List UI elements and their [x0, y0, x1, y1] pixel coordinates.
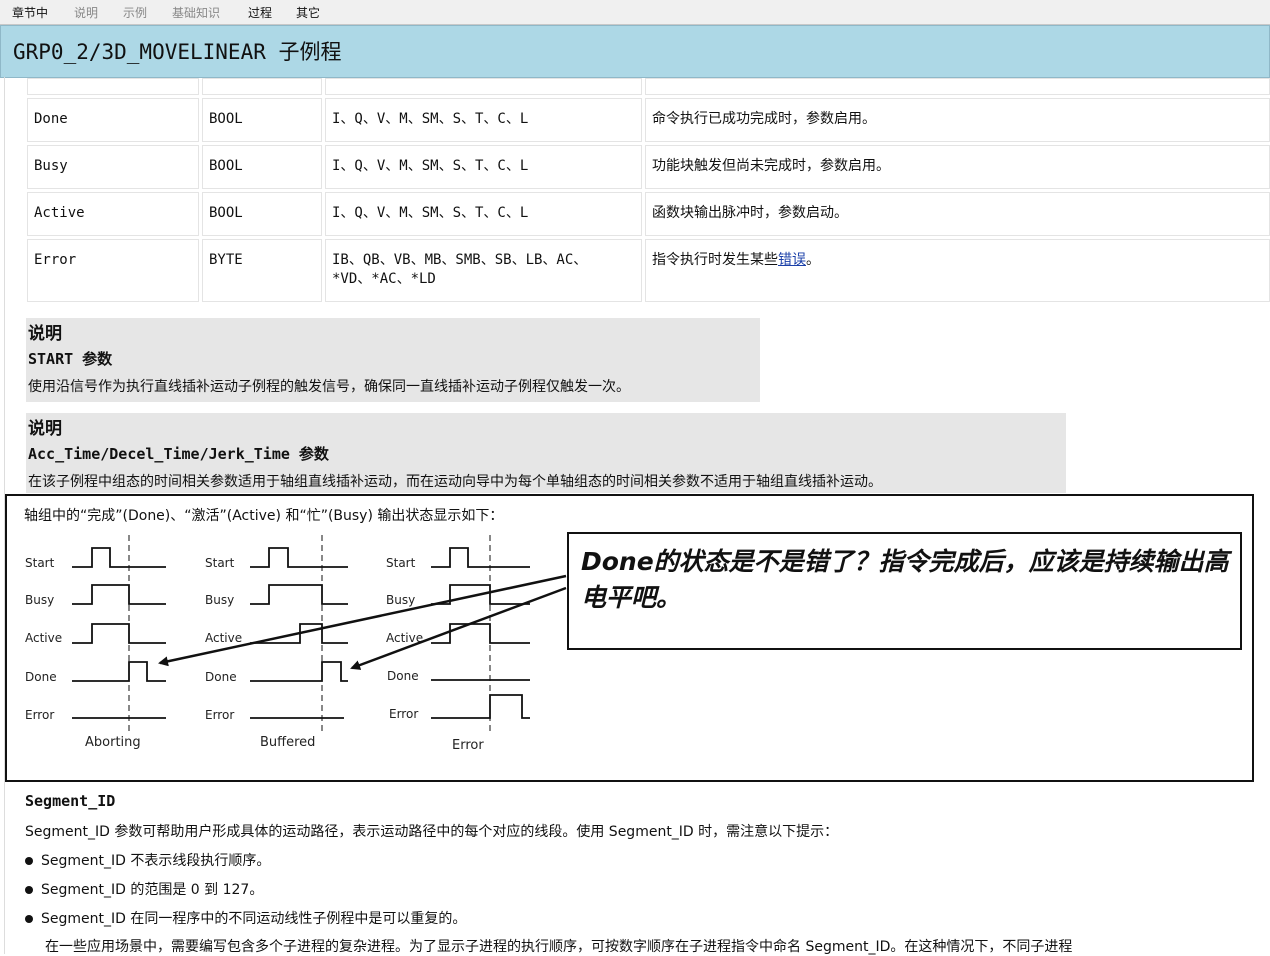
- bullet-icon: [25, 915, 33, 923]
- list-item-text: Segment_ID 在同一程序中的不同运动线性子例程中是可以重复的。: [41, 911, 467, 927]
- caption-buffered: Buffered: [260, 735, 315, 750]
- signal-label-error: Error: [25, 708, 54, 722]
- list-item-text: Segment_ID 不表示线段执行顺序。: [41, 853, 271, 869]
- signal-label-done: Done: [25, 670, 57, 684]
- caption-aborting: Aborting: [85, 735, 141, 750]
- signal-label-done: Done: [205, 670, 237, 684]
- list-item-text: Segment_ID 的范围是 0 到 127。: [41, 882, 264, 898]
- waveform-done: [72, 661, 166, 682]
- bullet-icon: [25, 857, 33, 865]
- signal-label-busy: Busy: [205, 593, 234, 607]
- list-item: Segment_ID 的范围是 0 到 127。: [25, 879, 263, 899]
- segment-id-trailing: 在一些应用场景中，需要编写包含多个子进程的复杂进程。为了显示子进程的执行顺序，可…: [45, 939, 1073, 955]
- signal-label-start: Start: [386, 556, 416, 570]
- segment-id-intro: Segment_ID 参数可帮助用户形成具体的运动路径，表示运动路径中的每个对应…: [25, 824, 839, 840]
- annotation-arrow: [158, 574, 567, 667]
- signal-label-start: Start: [25, 556, 55, 570]
- waveform-active: [72, 623, 166, 644]
- signal-label-done: Done: [387, 669, 419, 683]
- segment-id-title: Segment_ID: [25, 792, 116, 810]
- timing-diagram: Start Busy Active Done Error Start Busy …: [25, 535, 567, 753]
- signal-label-active: Active: [205, 631, 242, 645]
- signal-label-error: Error: [205, 708, 234, 722]
- list-item: Segment_ID 不表示线段执行顺序。: [25, 850, 270, 870]
- waveform-done: [250, 661, 348, 682]
- caption-error: Error: [452, 738, 484, 753]
- signal-label-busy: Busy: [25, 593, 54, 607]
- waveform-error: [431, 694, 530, 719]
- waveform-busy: [72, 584, 166, 605]
- callout-comment: Done的状态是不是错了？指令完成后，应该是持续输出高电平吧。: [567, 532, 1242, 650]
- waveform-busy: [250, 584, 348, 605]
- waveform-start: [431, 547, 530, 568]
- waveform-start: [72, 547, 166, 568]
- signal-label-active: Active: [25, 631, 62, 645]
- signal-label-start: Start: [205, 556, 235, 570]
- signal-label-error: Error: [389, 707, 418, 721]
- bullet-icon: [25, 886, 33, 894]
- callout-text: Done的状态是不是错了？指令完成后，应该是持续输出高电平吧。: [581, 547, 1229, 612]
- signal-label-busy: Busy: [386, 593, 415, 607]
- list-item: Segment_ID 在同一程序中的不同运动线性子例程中是可以重复的。: [25, 908, 466, 928]
- waveform-start: [250, 547, 348, 568]
